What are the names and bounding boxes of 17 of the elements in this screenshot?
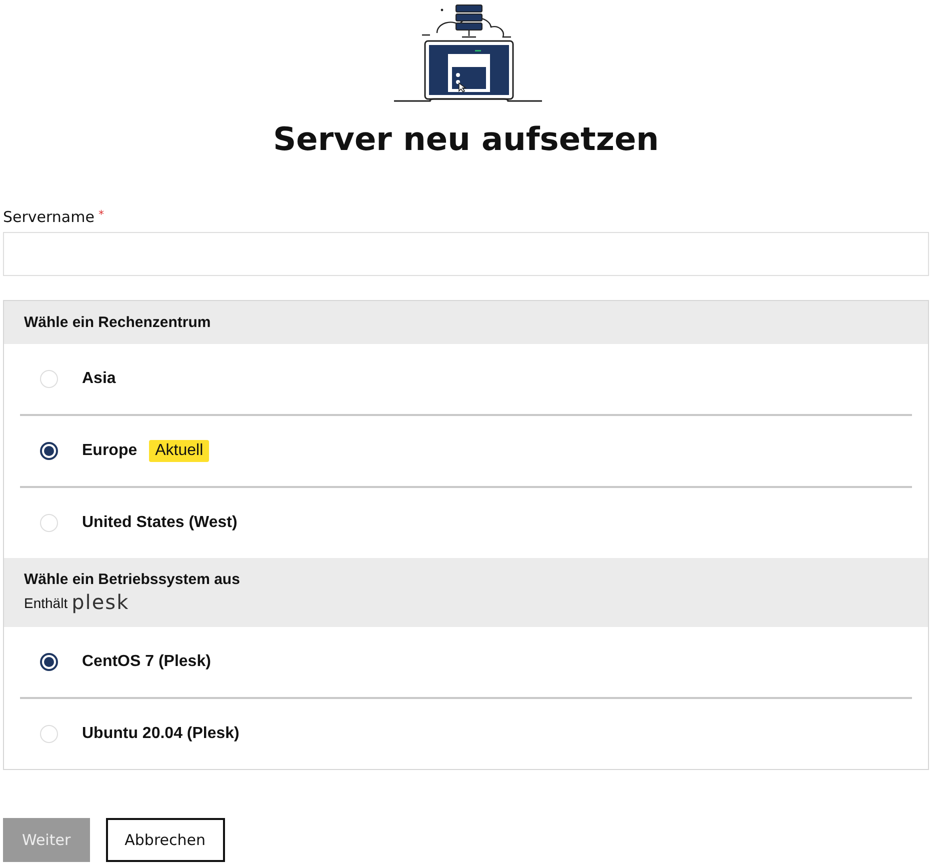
plesk-logo: plesk: [72, 590, 130, 614]
section-heading: Wähle ein Rechenzentrum: [24, 314, 212, 331]
current-tag: Aktuell: [149, 440, 210, 462]
option-label: CentOS 7 (Plesk): [82, 653, 211, 671]
option-label: Asia: [82, 370, 116, 388]
cancel-button[interactable]: Abbrechen: [106, 818, 224, 862]
field-label: Servername: [3, 208, 94, 226]
required-mark: *: [98, 208, 104, 221]
option-label: United States (West): [82, 514, 238, 532]
section-note: Enthält: [24, 595, 68, 613]
page-title: Server neu aufsetzen: [272, 120, 660, 158]
radio-button[interactable]: [40, 442, 58, 460]
option-label: Europe: [82, 442, 138, 460]
radio-button[interactable]: [40, 653, 58, 671]
section-heading: Wähle ein Betriebssystem aus: [24, 571, 241, 588]
server-name-field[interactable]: [3, 232, 929, 276]
option-label: Ubuntu 20.04 (Plesk): [82, 725, 240, 743]
